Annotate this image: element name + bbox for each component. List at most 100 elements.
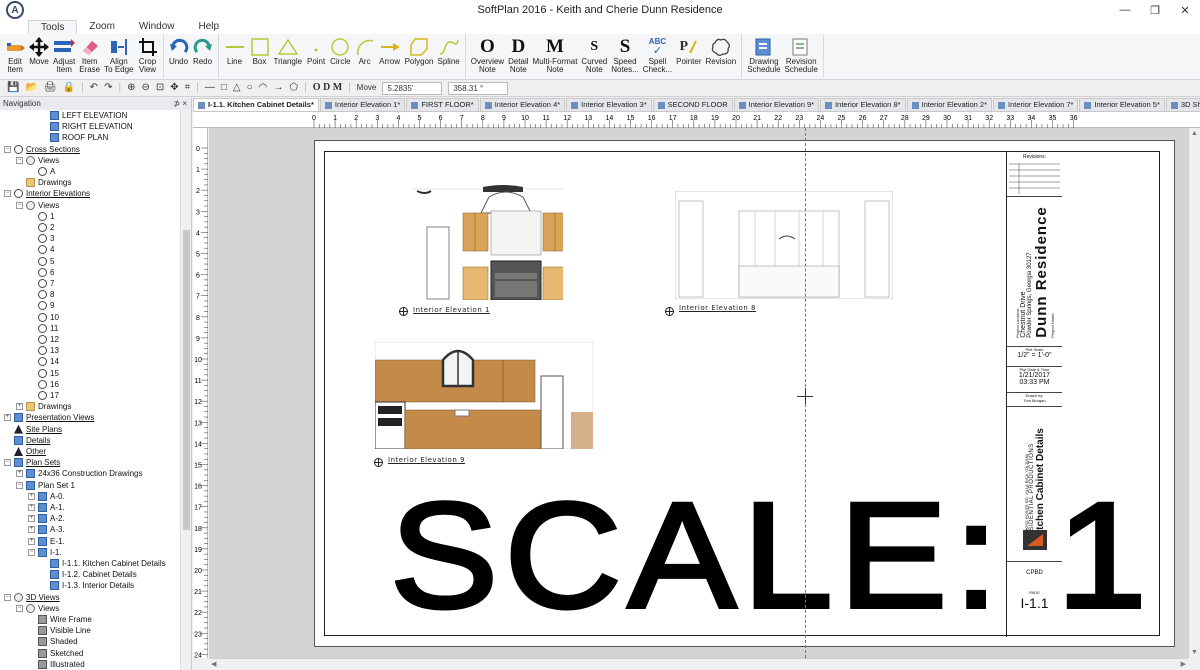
crop-view-button[interactable]: Crop View [136,34,160,78]
small-undo-icon[interactable]: ↶ [87,80,101,96]
zoom-window-icon[interactable]: ⊡ [153,80,167,96]
spline-button[interactable]: Spline [435,34,461,78]
tree-item[interactable]: + E-1. [28,536,65,547]
tree-item[interactable]: + A-2. [28,513,65,524]
tree-item[interactable]: Sketched [28,648,83,659]
drawing-canvas[interactable]: Interior Elevation 1 Interior Elevation … [209,128,1188,658]
expand-toggle-icon[interactable]: − [16,481,23,489]
small-polygon-icon[interactable]: ⬠ [286,80,301,96]
title-block[interactable]: Revisions: Project Location: Chestnut Dr… [1006,152,1062,637]
edit-item-button[interactable]: Edit Item [3,34,27,78]
document-tab[interactable]: Interior Elevation 3* [566,98,652,111]
tree-item[interactable]: − Views [16,200,59,211]
tree-item[interactable]: 17 [28,390,59,401]
drawing-schedule-button[interactable]: Drawing Schedule [745,34,782,78]
expand-toggle-icon[interactable]: + [16,470,23,478]
align-to-edge-button[interactable]: Align To Edge [102,34,135,78]
small-line-icon[interactable]: — [202,80,218,96]
tree-item[interactable]: A [28,166,55,177]
tab-window[interactable]: Window [127,20,187,34]
tree-item[interactable]: Illustrated [28,659,85,670]
tree-item[interactable]: 10 [28,312,59,323]
expand-toggle-icon[interactable]: − [28,548,35,556]
tree-item[interactable]: Site Plans [4,424,62,435]
scroll-up-icon[interactable]: ▲ [1191,130,1198,137]
small-box-icon[interactable]: □ [218,80,230,96]
tree-item[interactable]: 2 [28,222,54,233]
tree-item[interactable]: − Cross Sections [4,144,80,155]
elevation-8-drawing[interactable] [674,190,894,300]
revision-button[interactable]: Revision [704,34,739,78]
tree-item[interactable]: − Views [16,155,59,166]
maximize-button[interactable]: ❐ [1140,0,1170,20]
lock-icon[interactable]: 🔒 [60,80,78,96]
tree-item[interactable]: − Interior Elevations [4,188,90,199]
small-triangle-icon[interactable]: △ [230,80,244,96]
detail-note-button[interactable]: D Detail Note [506,34,530,78]
tree-item[interactable]: + Presentation Views [4,412,94,423]
nav-scroll-thumb[interactable] [183,230,190,530]
tree-item[interactable]: 14 [28,356,59,367]
elevation-8-label[interactable]: Interior Elevation 8 [679,304,756,312]
small-notes-icons[interactable]: O D M [310,80,345,96]
revision-schedule-button[interactable]: Revision Schedule [783,34,820,78]
expand-toggle-icon[interactable]: − [16,201,23,209]
redo-button[interactable]: Redo [191,34,215,78]
tree-item[interactable]: I-1.2. Cabinet Details [40,569,137,580]
expand-toggle-icon[interactable]: + [28,526,35,534]
scroll-right-icon[interactable]: ▶ [1181,660,1186,668]
expand-toggle-icon[interactable]: + [28,492,35,500]
zoom-out-icon[interactable]: ⊖ [138,80,152,96]
tree-item[interactable]: − Plan Set 1 [16,480,75,491]
document-tab[interactable]: Interior Elevation 8* [820,98,906,111]
tree-item[interactable]: LEFT ELEVATION [40,110,127,121]
tree-item[interactable]: Drawings [16,177,71,188]
tree-item[interactable]: − Plan Sets [4,457,60,468]
close-button[interactable]: ✕ [1170,0,1200,20]
tree-item[interactable]: 8 [28,289,54,300]
tree-item[interactable]: I-1.3. Interior Details [40,580,134,591]
zoom-in-icon[interactable]: ⊕ [124,80,138,96]
tree-item[interactable]: 16 [28,379,59,390]
tab-tools[interactable]: Tools [28,20,78,34]
multi-format-note-button[interactable]: M Multi-Format Note [531,34,580,78]
horizontal-scrollbar[interactable]: ◀ ▶ [209,658,1188,670]
spell-check-button[interactable]: ABC ✓ Spell Check... [641,34,674,78]
document-tab[interactable]: Interior Elevation 4* [479,98,566,111]
expand-toggle-icon[interactable]: − [4,145,11,153]
small-crop-icon[interactable]: ⌗ [182,80,194,96]
point-button[interactable]: Point [304,34,328,78]
tree-item[interactable]: 15 [28,368,59,379]
expand-toggle-icon[interactable]: − [4,459,11,467]
open-icon[interactable]: 📂 [22,80,40,96]
adjust-item-button[interactable]: Adjust Item [51,34,77,78]
tree-item[interactable]: − I-1. [28,547,62,558]
tree-item[interactable]: 1 [28,211,54,222]
document-tab[interactable]: Interior Elevation 1* [319,98,406,111]
coordinate-field-2[interactable]: 358.31 ° [448,81,509,95]
speed-notes-button[interactable]: S Speed Notes... [609,34,641,78]
tree-item[interactable]: I-1.1. Kitchen Cabinet Details [40,558,166,569]
undo-button[interactable]: Undo [167,34,191,78]
tree-item[interactable]: 7 [28,278,54,289]
elevation-9-drawing[interactable] [374,341,594,450]
elevation-9-label[interactable]: Interior Elevation 9 [388,456,465,464]
document-tab[interactable]: Interior Elevation 7* [992,98,1079,111]
tree-item[interactable]: Shaded [28,636,78,647]
tree-item[interactable]: 6 [28,267,54,278]
expand-toggle-icon[interactable]: − [4,190,11,198]
tree-item[interactable]: 3 [28,233,54,244]
tree-item[interactable]: + A-1. [28,502,65,513]
document-tab[interactable]: FIRST FLOOR* [406,98,479,111]
small-redo-icon[interactable]: ↷ [101,80,115,96]
app-logo-icon[interactable]: A [6,1,24,19]
tree-item[interactable]: Visible Line [28,625,91,636]
tree-item[interactable]: 13 [28,345,59,356]
minimize-button[interactable]: — [1110,0,1140,20]
arc-button[interactable]: Arc [353,34,377,78]
tab-zoom[interactable]: Zoom [77,20,127,34]
print-icon[interactable]: 🖨 [41,80,60,96]
tree-item[interactable]: RIGHT ELEVATION [40,121,133,132]
tree-item[interactable]: Wire Frame [28,614,92,625]
expand-toggle-icon[interactable]: + [16,403,23,411]
